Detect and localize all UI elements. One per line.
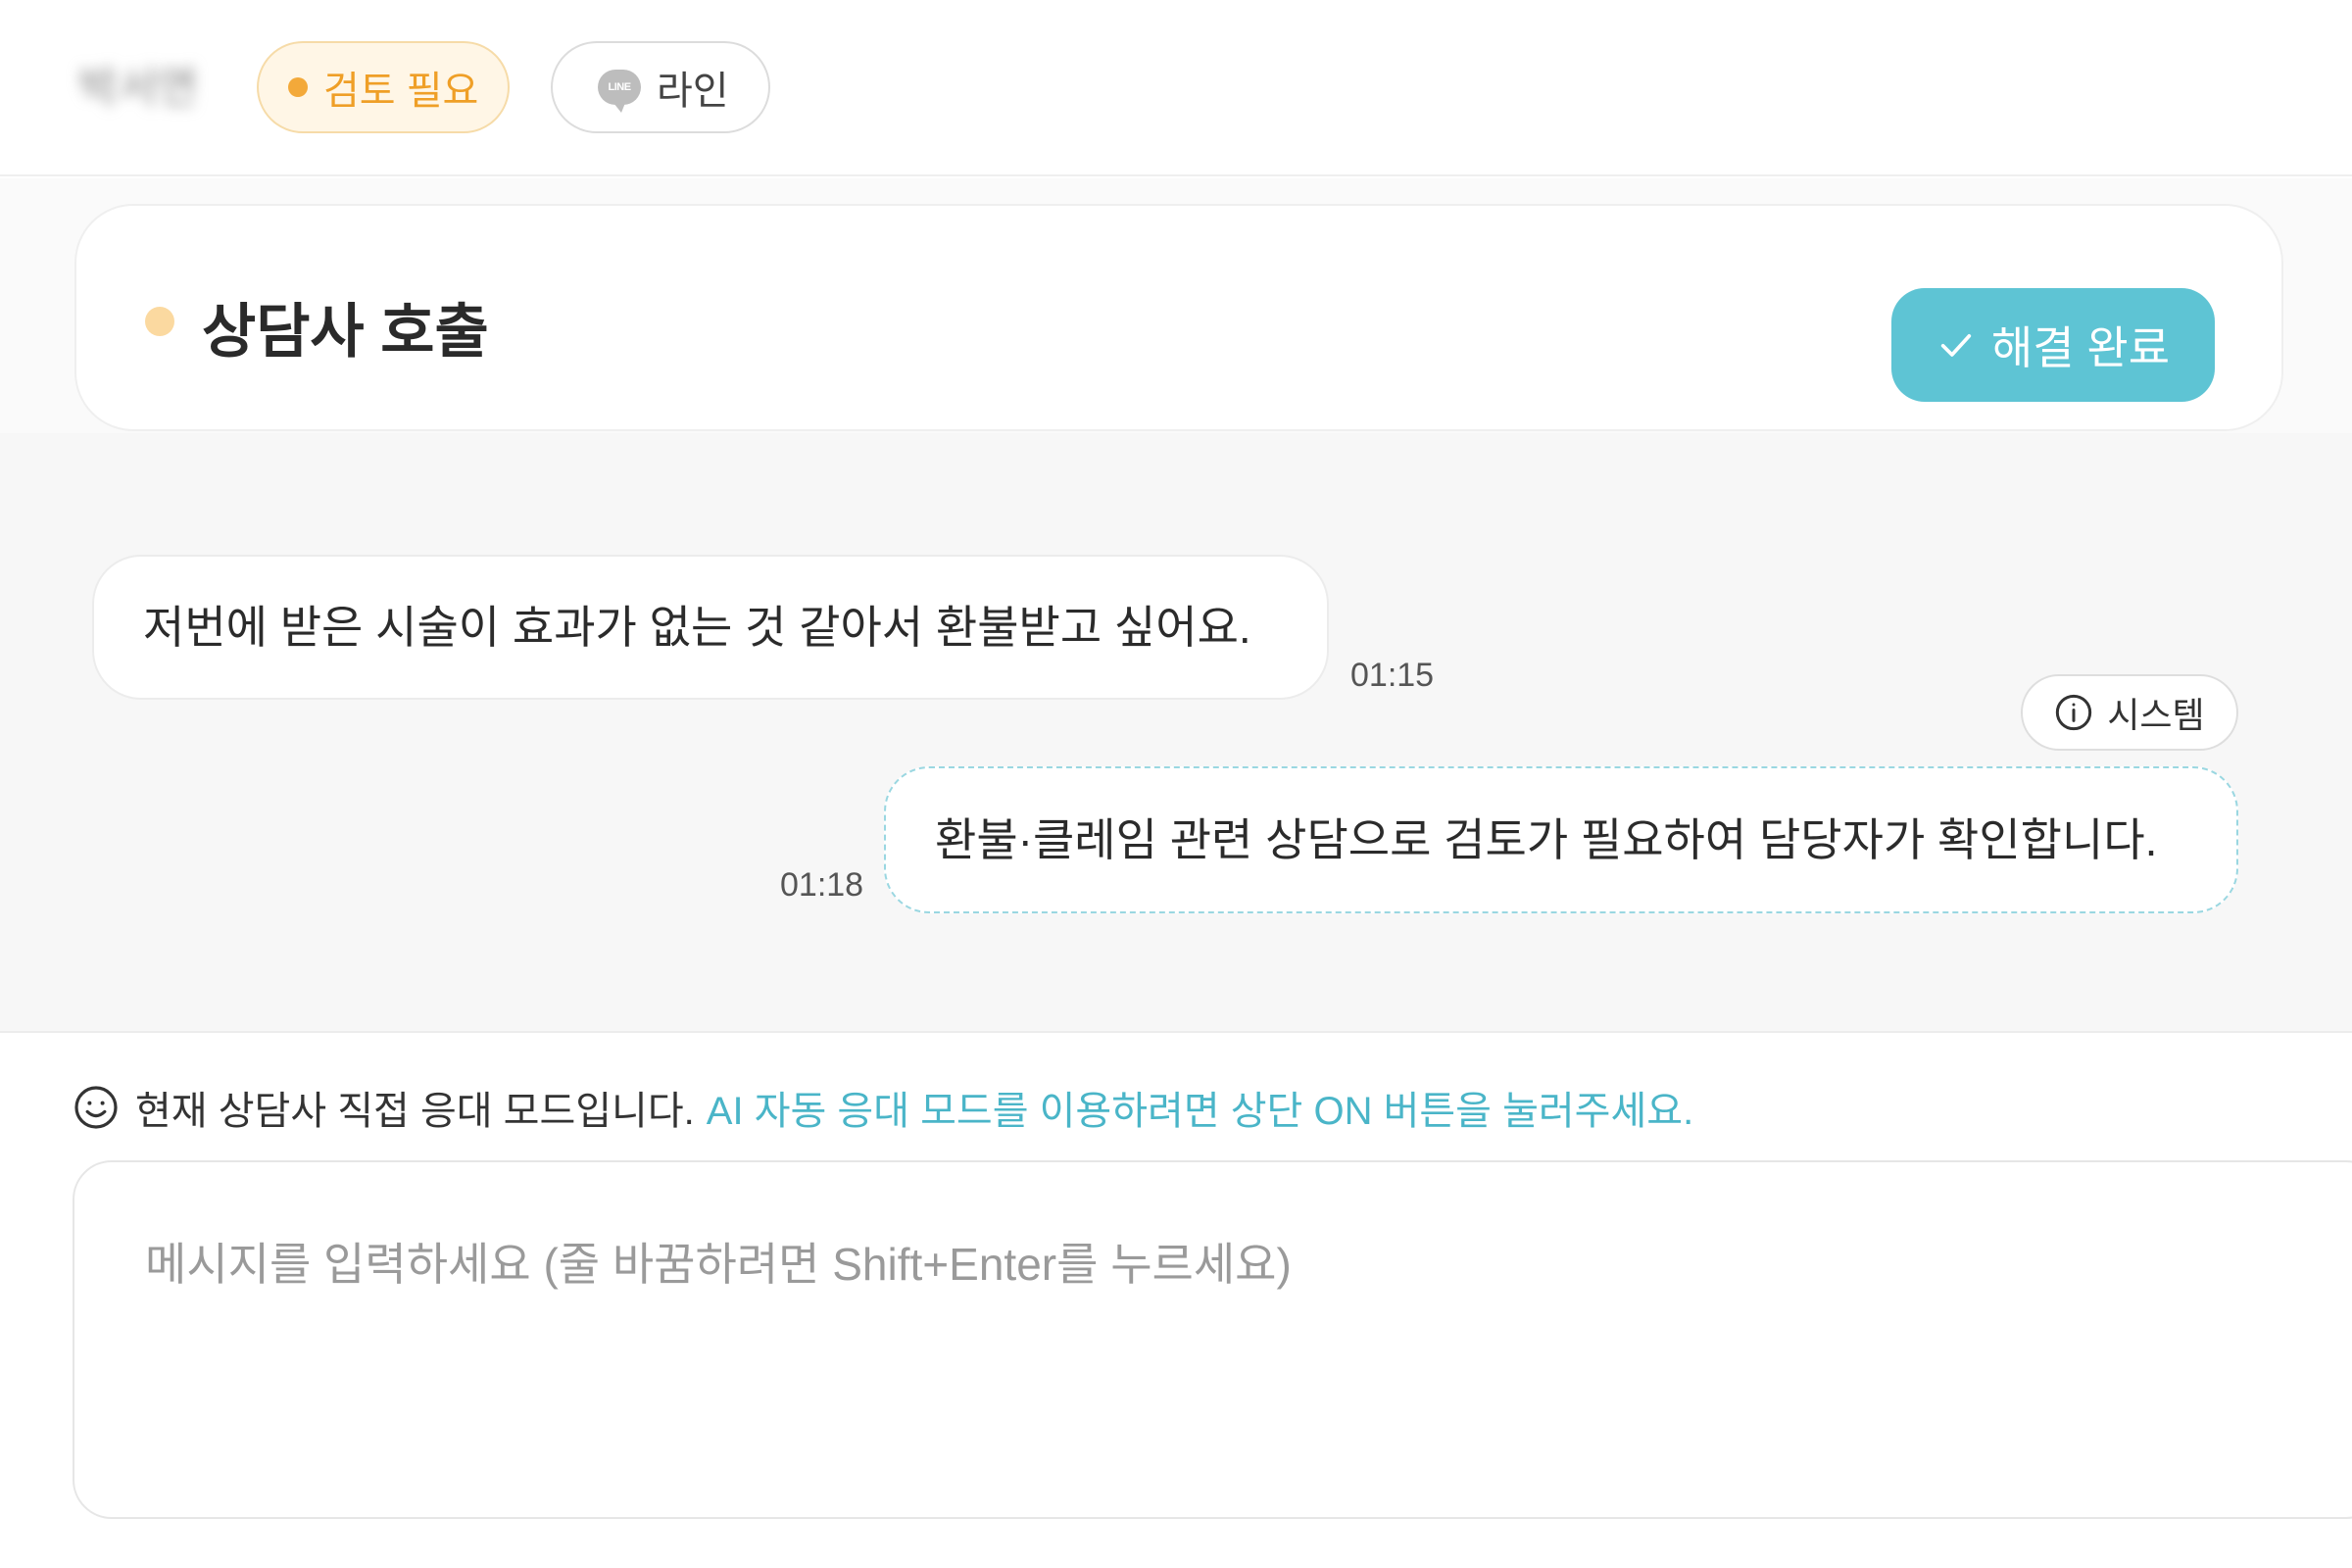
chat-messages: 저번에 받은 시술이 효과가 없는 것 같아서 환불받고 싶어요. 01:15 …	[0, 433, 2352, 1033]
resolve-button-label: 해결 완료	[1990, 322, 2171, 373]
channel-badge: LINE 라인	[551, 41, 770, 133]
ai-mode-link[interactable]: AI 자동 응대 모드를 이용하려면 상단 ON 버튼을 눌러주세요.	[707, 1079, 1693, 1136]
status-badge-label: 검토 필요	[323, 70, 479, 113]
call-status-dot-icon	[145, 307, 174, 336]
status-badge[interactable]: 검토 필요	[257, 41, 510, 133]
smile-icon	[74, 1086, 118, 1129]
agent-call-card: 상담사 호출 해결 완료	[74, 204, 2283, 431]
info-icon	[2056, 694, 2092, 731]
check-icon	[1940, 334, 1972, 357]
system-badge-label: 시스템	[2107, 695, 2205, 735]
line-chat-icon: LINE	[598, 70, 641, 113]
message-timestamp: 01:15	[1350, 657, 1435, 694]
channel-badge-label: 라인	[657, 70, 729, 113]
message-timestamp: 01:18	[780, 866, 864, 904]
chat-page: 박서연 검토 필요 LINE 라인 상담사 호출 해결 완료 저번에 받은 시술…	[0, 0, 2352, 1568]
resolve-button[interactable]: 해결 완료	[1891, 288, 2215, 402]
system-badge: 시스템	[2021, 674, 2238, 751]
mode-notice: 현재 상담사 직접 응대 모드입니다. AI 자동 응대 모드를 이용하려면 상…	[73, 1078, 1693, 1137]
customer-message: 저번에 받은 시술이 효과가 없는 것 같아서 환불받고 싶어요.	[92, 555, 1329, 700]
mode-notice-text: 현재 상담사 직접 응대 모드입니다.	[135, 1090, 695, 1133]
agent-call-section: 상담사 호출 해결 완료	[0, 178, 2352, 433]
message-input[interactable]	[73, 1160, 2352, 1519]
conversation-header: 박서연 검토 필요 LINE 라인	[0, 0, 2352, 176]
system-message: 환불·클레임 관련 상담으로 검토가 필요하여 담당자가 확인합니다.	[884, 766, 2238, 913]
status-dot-icon	[288, 77, 308, 97]
agent-call-title: 상담사 호출	[202, 299, 489, 365]
customer-name: 박서연	[78, 64, 198, 112]
